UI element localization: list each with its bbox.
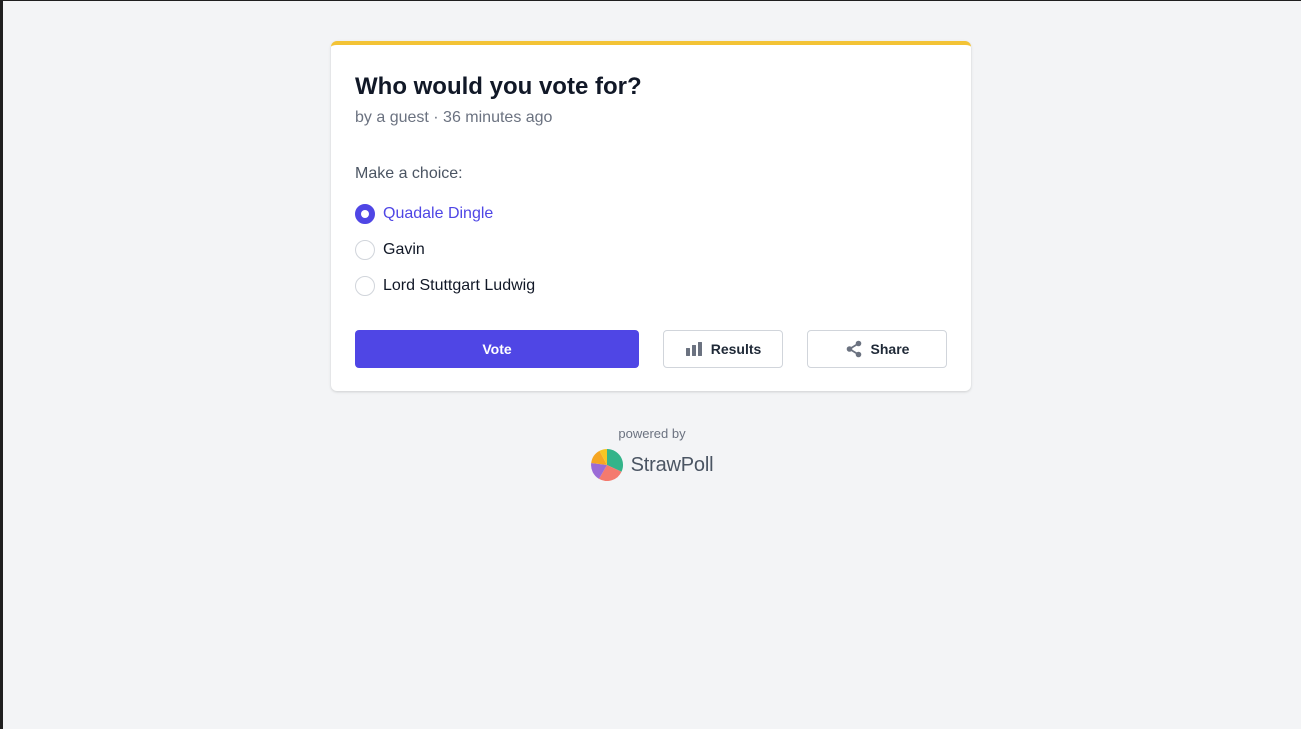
strawpoll-brand-link[interactable]: StrawPoll <box>590 449 714 482</box>
share-icon <box>845 340 863 358</box>
option-quadale-dingle[interactable]: Quadale Dingle <box>355 202 493 226</box>
radio-button[interactable] <box>355 276 375 296</box>
footer: powered by StrawPoll <box>3 426 1301 486</box>
option-label[interactable]: Quadale Dingle <box>383 205 493 223</box>
results-button[interactable]: Results <box>663 330 783 368</box>
poll-meta: by a guest · 36 minutes ago <box>355 109 553 126</box>
share-button-label: Share <box>870 341 910 357</box>
brand-name: StrawPoll <box>630 453 714 476</box>
radio-button-selected[interactable] <box>355 204 375 224</box>
choice-prompt: Make a choice: <box>355 165 463 182</box>
powered-by-text: powered by <box>618 426 686 441</box>
strawpoll-logo-icon <box>590 449 623 482</box>
poll-card: Who would you vote for? by a guest · 36 … <box>331 41 971 391</box>
bar-chart-icon <box>685 340 703 358</box>
option-gavin[interactable]: Gavin <box>355 238 425 262</box>
radio-button[interactable] <box>355 240 375 260</box>
option-lord-stuttgart-ludwig[interactable]: Lord Stuttgart Ludwig <box>355 274 535 298</box>
option-label[interactable]: Lord Stuttgart Ludwig <box>383 277 535 295</box>
share-button[interactable]: Share <box>807 330 947 368</box>
results-button-label: Results <box>710 341 762 357</box>
vote-button-label: Vote <box>482 341 512 357</box>
vote-button[interactable]: Vote <box>355 330 639 368</box>
poll-title: Who would you vote for? <box>355 73 642 100</box>
option-label[interactable]: Gavin <box>383 241 425 259</box>
